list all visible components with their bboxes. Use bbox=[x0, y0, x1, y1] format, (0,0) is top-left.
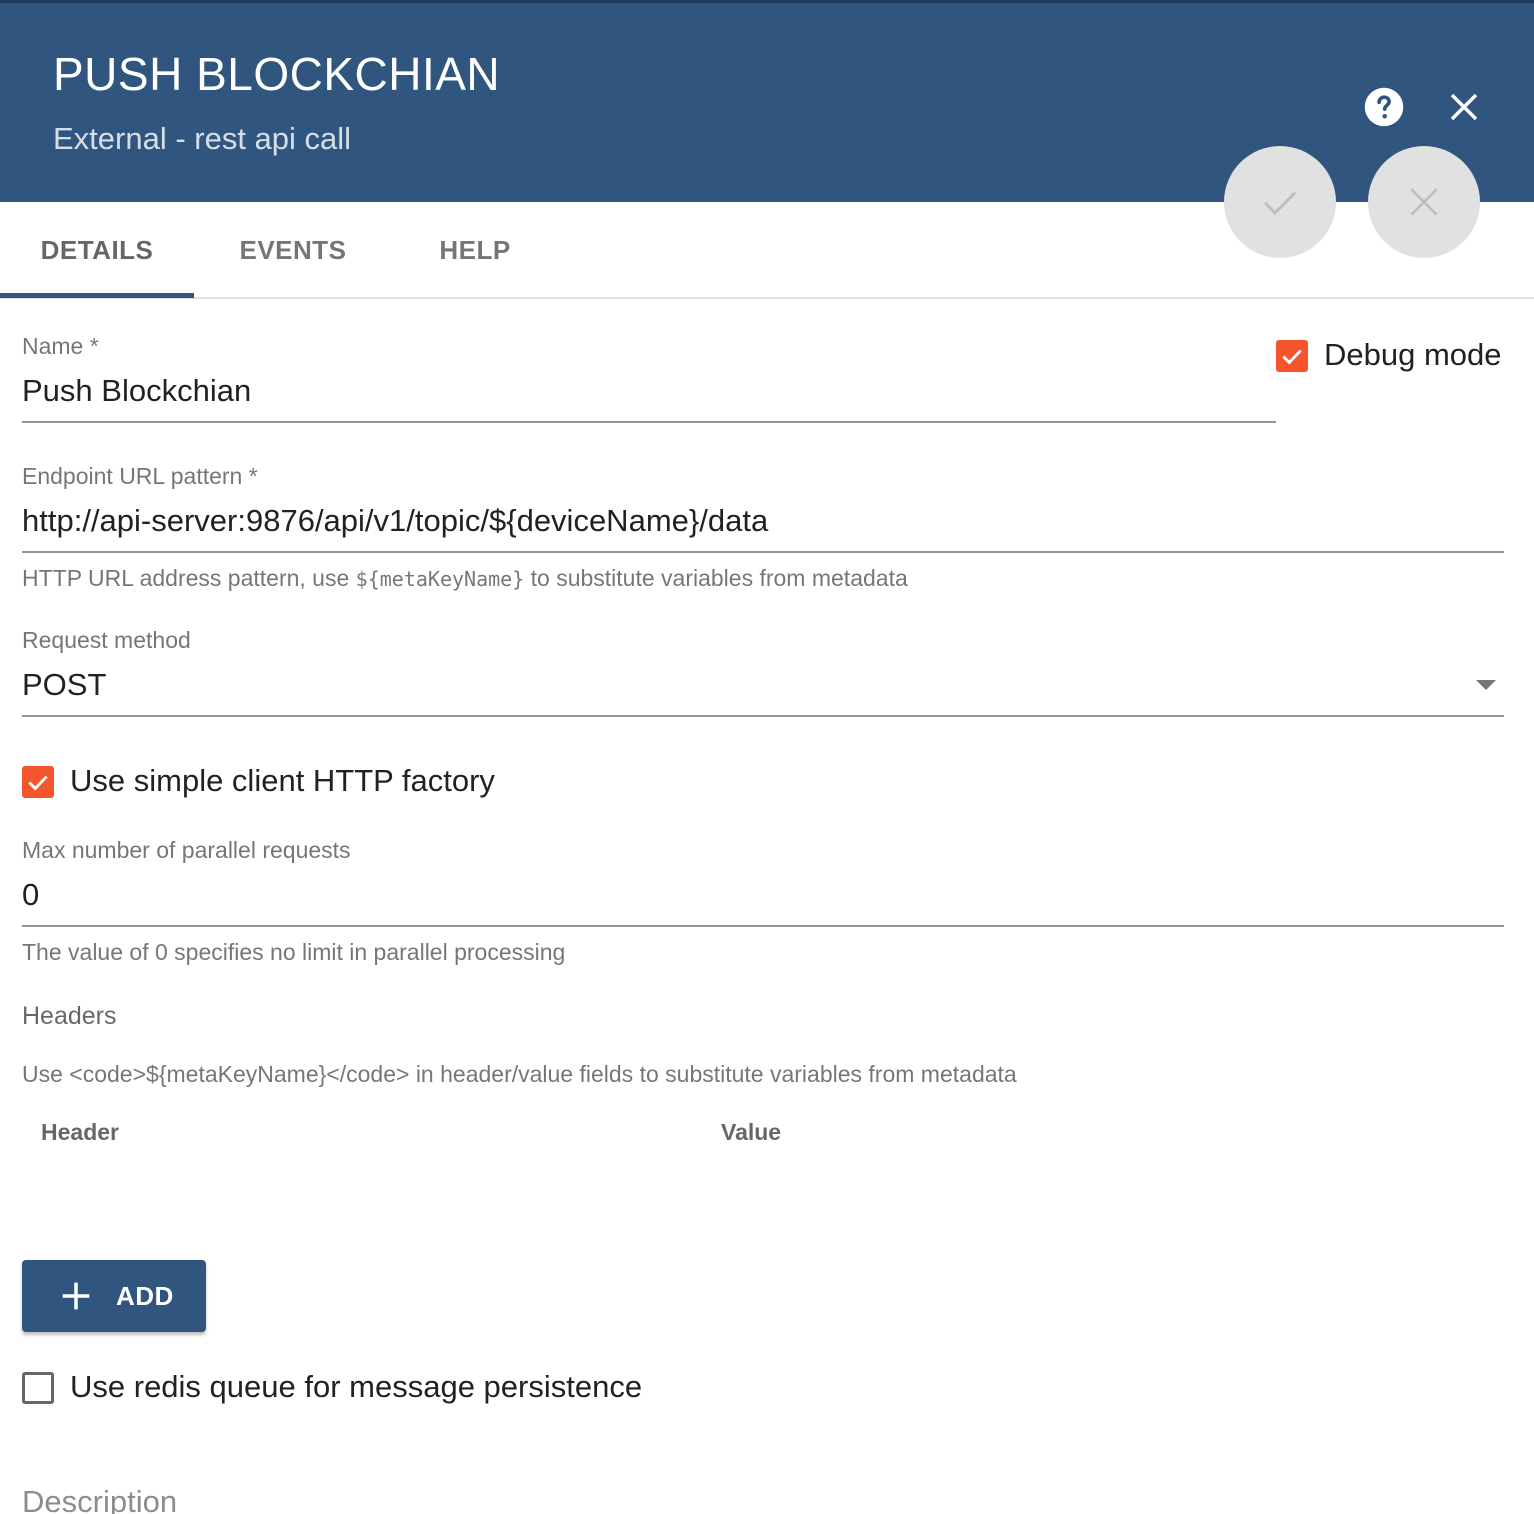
tab-help[interactable]: HELP bbox=[392, 202, 558, 299]
simple-client-checkbox[interactable] bbox=[22, 766, 54, 798]
help-button[interactable] bbox=[1356, 79, 1412, 135]
description-label: Description bbox=[22, 1484, 178, 1514]
dialog-subtitle: External - rest api call bbox=[53, 121, 352, 156]
close-button[interactable] bbox=[1436, 79, 1492, 135]
dialog-title: PUSH BLOCKCHIAN bbox=[53, 48, 501, 100]
endpoint-label: Endpoint URL pattern * bbox=[22, 463, 258, 489]
close-icon bbox=[1450, 93, 1478, 121]
endpoint-hint: HTTP URL address pattern, use ${metaKeyN… bbox=[22, 565, 908, 592]
active-tab-indicator bbox=[0, 293, 194, 298]
request-method-underline bbox=[22, 715, 1504, 717]
dropdown-arrow-icon[interactable] bbox=[1475, 678, 1497, 692]
endpoint-hint-code: ${metaKeyName} bbox=[355, 567, 525, 591]
redis-queue-checkbox[interactable] bbox=[22, 1372, 54, 1404]
simple-client-label: Use simple client HTTP factory bbox=[70, 763, 495, 798]
header-column-title: Header bbox=[41, 1119, 119, 1145]
add-button-label: ADD bbox=[116, 1280, 174, 1311]
help-circle-icon bbox=[1364, 87, 1404, 127]
max-parallel-label: Max number of parallel requests bbox=[22, 837, 351, 863]
endpoint-hint-suffix: to substitute variables from metadata bbox=[524, 565, 908, 591]
add-header-button[interactable]: ADD bbox=[22, 1260, 206, 1332]
max-parallel-input[interactable]: 0 bbox=[22, 877, 39, 913]
name-label: Name * bbox=[22, 333, 99, 359]
debug-mode-checkbox[interactable] bbox=[1276, 340, 1308, 372]
headers-hint: Use <code>${metaKeyName}</code> in heade… bbox=[22, 1061, 1017, 1087]
name-input[interactable]: Push Blockchian bbox=[22, 373, 251, 409]
endpoint-input[interactable]: http://api-server:9876/api/v1/topic/${de… bbox=[22, 503, 768, 539]
tab-bar: DETAILS EVENTS HELP bbox=[0, 202, 1534, 299]
redis-queue-label: Use redis queue for message persistence bbox=[70, 1369, 643, 1404]
endpoint-underline bbox=[22, 551, 1504, 553]
checkmark-icon bbox=[28, 775, 48, 791]
max-parallel-underline bbox=[22, 925, 1504, 927]
request-method-select[interactable]: POST bbox=[22, 667, 106, 703]
checkmark-icon bbox=[1282, 349, 1302, 365]
max-parallel-hint: The value of 0 specifies no limit in par… bbox=[22, 939, 566, 965]
tab-details[interactable]: DETAILS bbox=[0, 202, 194, 299]
debug-mode-label: Debug mode bbox=[1324, 337, 1502, 372]
headers-title: Headers bbox=[22, 1002, 117, 1030]
endpoint-hint-prefix: HTTP URL address pattern, use bbox=[22, 565, 356, 591]
plus-icon bbox=[62, 1282, 90, 1310]
value-column-title: Value bbox=[721, 1119, 782, 1145]
tab-events[interactable]: EVENTS bbox=[194, 202, 392, 299]
name-underline bbox=[22, 421, 1276, 423]
request-method-label: Request method bbox=[22, 627, 191, 653]
